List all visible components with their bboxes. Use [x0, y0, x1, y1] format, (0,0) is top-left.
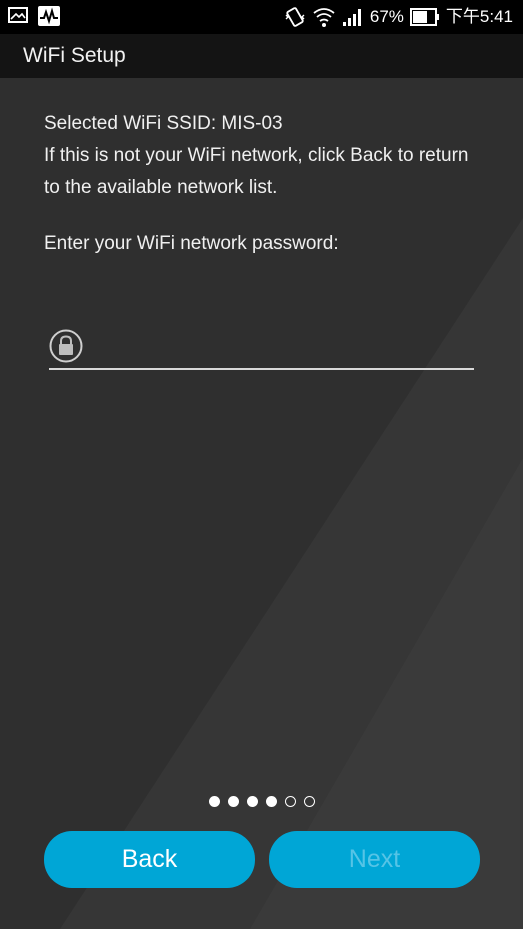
battery-icon	[409, 8, 439, 26]
screen: 67% 下午5:41 WiFi Setup Selected WiFi SSID…	[0, 0, 523, 929]
lock-icon	[49, 329, 83, 363]
password-field[interactable]	[49, 326, 474, 370]
back-button[interactable]: Back	[44, 831, 255, 888]
pager-dot	[265, 796, 277, 807]
page-title: WiFi Setup	[23, 44, 126, 67]
password-prompt: Enter your WiFi network password:	[44, 233, 339, 254]
info-text: If this is not your WiFi network, click …	[44, 145, 469, 198]
pager-dot	[227, 796, 239, 807]
pager-dot	[284, 796, 296, 807]
wifi-icon	[313, 8, 335, 27]
selected-ssid-text: Selected WiFi SSID: MIS-03	[44, 113, 283, 134]
main-content: Selected WiFi SSID: MIS-03 If this is no…	[0, 78, 523, 929]
status-bar: 67% 下午5:41	[0, 0, 523, 34]
clock: 下午5:41	[445, 7, 513, 26]
pager-dots	[0, 796, 523, 807]
title-bar: WiFi Setup	[0, 34, 523, 78]
pager-dot	[208, 796, 220, 807]
vibrate-icon	[285, 7, 305, 27]
status-right: 67% 下午5:41	[284, 5, 513, 29]
password-input[interactable]	[93, 330, 467, 364]
gallery-icon	[8, 7, 28, 23]
pager-dot	[303, 796, 315, 807]
battery-percent: 67%	[369, 7, 404, 26]
next-button[interactable]: Next	[269, 831, 480, 888]
pager-dot	[246, 796, 258, 807]
signal-icon	[342, 9, 361, 26]
activity-app-icon	[38, 6, 60, 26]
